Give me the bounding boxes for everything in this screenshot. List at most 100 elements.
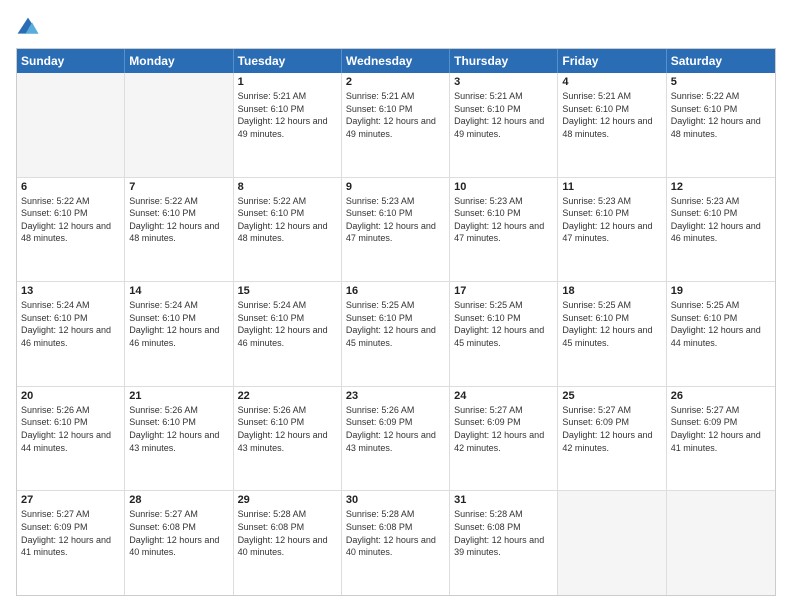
day-number: 18 [562, 285, 661, 297]
calendar-cell: 8 Sunrise: 5:22 AMSunset: 6:10 PMDaylight… [234, 178, 342, 282]
header-day-sunday: Sunday [17, 49, 125, 73]
day-info: Sunrise: 5:24 AMSunset: 6:10 PMDaylight:… [129, 299, 228, 349]
header-day-tuesday: Tuesday [234, 49, 342, 73]
day-number: 21 [129, 390, 228, 402]
calendar-week-3: 20 Sunrise: 5:26 AMSunset: 6:10 PMDayligh… [17, 386, 775, 491]
header-day-saturday: Saturday [667, 49, 775, 73]
calendar-cell: 30 Sunrise: 5:28 AMSunset: 6:08 PMDayligh… [342, 491, 450, 595]
day-number: 25 [562, 390, 661, 402]
calendar-cell [558, 491, 666, 595]
day-number: 3 [454, 76, 553, 88]
header-day-monday: Monday [125, 49, 233, 73]
calendar-cell: 4 Sunrise: 5:21 AMSunset: 6:10 PMDaylight… [558, 73, 666, 177]
header-day-thursday: Thursday [450, 49, 558, 73]
day-number: 31 [454, 494, 553, 506]
day-info: Sunrise: 5:21 AMSunset: 6:10 PMDaylight:… [238, 90, 337, 140]
day-info: Sunrise: 5:23 AMSunset: 6:10 PMDaylight:… [454, 195, 553, 245]
day-info: Sunrise: 5:24 AMSunset: 6:10 PMDaylight:… [21, 299, 120, 349]
calendar-cell: 27Sunrise: 5:27 AMSunset: 6:09 PMDayligh… [17, 491, 125, 595]
day-number: 7 [129, 181, 228, 193]
day-info: Sunrise: 5:26 AMSunset: 6:10 PMDaylight:… [129, 404, 228, 454]
day-number: 8 [238, 181, 337, 193]
calendar-cell [125, 73, 233, 177]
calendar-cell: 29 Sunrise: 5:28 AMSunset: 6:08 PMDayligh… [234, 491, 342, 595]
day-info: Sunrise: 5:25 AMSunset: 6:10 PMDaylight:… [454, 299, 553, 349]
day-number: 12 [671, 181, 771, 193]
calendar-cell: 5 Sunrise: 5:22 AMSunset: 6:10 PMDaylight… [667, 73, 775, 177]
logo-icon [16, 16, 40, 40]
day-number: 1 [238, 76, 337, 88]
day-number: 13 [21, 285, 120, 297]
day-info: Sunrise: 5:24 AMSunset: 6:10 PMDaylight:… [238, 299, 337, 349]
day-info: Sunrise: 5:28 AMSunset: 6:08 PMDaylight:… [346, 508, 445, 558]
day-info: Sunrise: 5:22 AMSunset: 6:10 PMDaylight:… [238, 195, 337, 245]
calendar-cell [17, 73, 125, 177]
calendar-cell: 24 Sunrise: 5:27 AMSunset: 6:09 PMDayligh… [450, 387, 558, 491]
day-info: Sunrise: 5:23 AMSunset: 6:10 PMDaylight:… [562, 195, 661, 245]
calendar-cell: 25 Sunrise: 5:27 AMSunset: 6:09 PMDayligh… [558, 387, 666, 491]
day-info: Sunrise: 5:23 AMSunset: 6:10 PMDaylight:… [671, 195, 771, 245]
day-number: 11 [562, 181, 661, 193]
day-number: 19 [671, 285, 771, 297]
calendar-cell: 21 Sunrise: 5:26 AMSunset: 6:10 PMDayligh… [125, 387, 233, 491]
day-info: Sunrise: 5:25 AMSunset: 6:10 PMDaylight:… [346, 299, 445, 349]
day-number: 17 [454, 285, 553, 297]
day-info: Sunrise: 5:26 AMSunset: 6:10 PMDaylight:… [21, 404, 120, 454]
day-number: 22 [238, 390, 337, 402]
day-info: Sunrise: 5:21 AMSunset: 6:10 PMDaylight:… [454, 90, 553, 140]
calendar-cell: 1 Sunrise: 5:21 AMSunset: 6:10 PMDaylight… [234, 73, 342, 177]
day-info: Sunrise: 5:22 AMSunset: 6:10 PMDaylight:… [21, 195, 120, 245]
day-number: 4 [562, 76, 661, 88]
day-number: 16 [346, 285, 445, 297]
day-number: 29 [238, 494, 337, 506]
header-day-friday: Friday [558, 49, 666, 73]
calendar-cell: 14 Sunrise: 5:24 AMSunset: 6:10 PMDayligh… [125, 282, 233, 386]
calendar-cell: 3 Sunrise: 5:21 AMSunset: 6:10 PMDaylight… [450, 73, 558, 177]
day-info: Sunrise: 5:21 AMSunset: 6:10 PMDaylight:… [346, 90, 445, 140]
logo [16, 16, 44, 40]
calendar-week-2: 13 Sunrise: 5:24 AMSunset: 6:10 PMDayligh… [17, 281, 775, 386]
day-info: Sunrise: 5:27 AMSunset: 6:09 PMDaylight:… [562, 404, 661, 454]
day-info: Sunrise: 5:23 AMSunset: 6:10 PMDaylight:… [346, 195, 445, 245]
calendar-week-0: 1 Sunrise: 5:21 AMSunset: 6:10 PMDaylight… [17, 73, 775, 177]
calendar-cell: 2 Sunrise: 5:21 AMSunset: 6:10 PMDaylight… [342, 73, 450, 177]
day-number: 24 [454, 390, 553, 402]
calendar-cell: 17 Sunrise: 5:25 AMSunset: 6:10 PMDayligh… [450, 282, 558, 386]
day-info: Sunrise: 5:26 AMSunset: 6:09 PMDaylight:… [346, 404, 445, 454]
day-number: 23 [346, 390, 445, 402]
calendar-cell [667, 491, 775, 595]
day-info: Sunrise: 5:25 AMSunset: 6:10 PMDaylight:… [671, 299, 771, 349]
day-number: 20 [21, 390, 120, 402]
day-number: 14 [129, 285, 228, 297]
day-number: 9 [346, 181, 445, 193]
calendar: SundayMondayTuesdayWednesdayThursdayFrid… [16, 48, 776, 596]
calendar-cell: 9 Sunrise: 5:23 AMSunset: 6:10 PMDaylight… [342, 178, 450, 282]
day-info: Sunrise: 5:27 AMSunset: 6:08 PMDaylight:… [129, 508, 228, 558]
calendar-cell: 10 Sunrise: 5:23 AMSunset: 6:10 PMDayligh… [450, 178, 558, 282]
day-number: 6 [21, 181, 120, 193]
day-number: 2 [346, 76, 445, 88]
header [16, 16, 776, 40]
day-info: Sunrise: 5:27 AMSunset: 6:09 PMDaylight:… [454, 404, 553, 454]
calendar-cell: 19 Sunrise: 5:25 AMSunset: 6:10 PMDayligh… [667, 282, 775, 386]
day-info: Sunrise: 5:22 AMSunset: 6:10 PMDaylight:… [671, 90, 771, 140]
page: SundayMondayTuesdayWednesdayThursdayFrid… [0, 0, 792, 612]
day-number: 5 [671, 76, 771, 88]
day-info: Sunrise: 5:27 AMSunset: 6:09 PMDaylight:… [671, 404, 771, 454]
calendar-cell: 16 Sunrise: 5:25 AMSunset: 6:10 PMDayligh… [342, 282, 450, 386]
calendar-header: SundayMondayTuesdayWednesdayThursdayFrid… [17, 49, 775, 73]
day-number: 10 [454, 181, 553, 193]
day-info: Sunrise: 5:21 AMSunset: 6:10 PMDaylight:… [562, 90, 661, 140]
calendar-cell: 22Sunrise: 5:26 AMSunset: 6:10 PMDayligh… [234, 387, 342, 491]
calendar-cell: 31Sunrise: 5:28 AMSunset: 6:08 PMDayligh… [450, 491, 558, 595]
calendar-cell: 18Sunrise: 5:25 AMSunset: 6:10 PMDayligh… [558, 282, 666, 386]
header-day-wednesday: Wednesday [342, 49, 450, 73]
calendar-cell: 12 Sunrise: 5:23 AMSunset: 6:10 PMDayligh… [667, 178, 775, 282]
calendar-cell: 20 Sunrise: 5:26 AMSunset: 6:10 PMDayligh… [17, 387, 125, 491]
day-number: 30 [346, 494, 445, 506]
day-info: Sunrise: 5:22 AMSunset: 6:10 PMDaylight:… [129, 195, 228, 245]
calendar-cell: 15Sunrise: 5:24 AMSunset: 6:10 PMDayligh… [234, 282, 342, 386]
calendar-cell: 13 Sunrise: 5:24 AMSunset: 6:10 PMDayligh… [17, 282, 125, 386]
day-info: Sunrise: 5:28 AMSunset: 6:08 PMDaylight:… [238, 508, 337, 558]
calendar-cell: 28Sunrise: 5:27 AMSunset: 6:08 PMDayligh… [125, 491, 233, 595]
